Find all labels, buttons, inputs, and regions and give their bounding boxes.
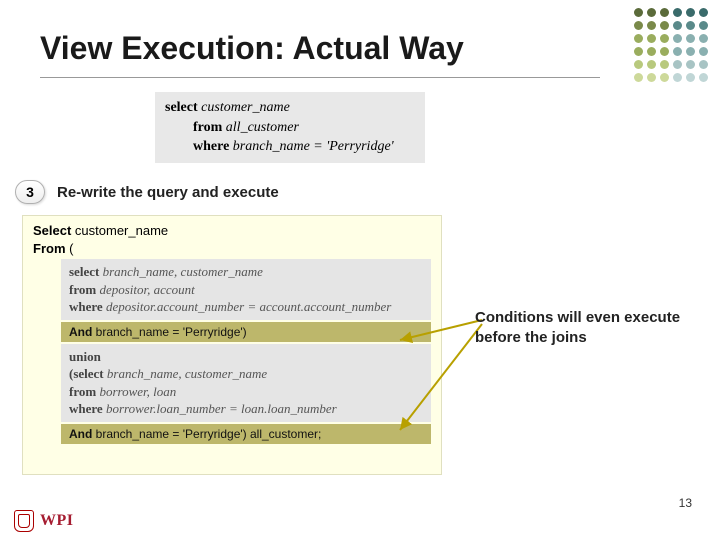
sql-text: all_customer: [222, 120, 299, 135]
sql-keyword: And: [69, 427, 92, 441]
sql-text: branch_name = 'Perryridge': [229, 139, 393, 154]
sql-text: branch_name, customer_name: [104, 366, 268, 381]
sql-keyword: From: [33, 241, 66, 256]
sql-keyword: where: [69, 299, 103, 314]
sql-text: depositor, account: [96, 282, 195, 297]
sql-text: (: [66, 241, 74, 256]
step-label: Re-write the query and execute: [57, 184, 279, 201]
query-line: select customer_name: [165, 98, 415, 118]
original-query-box: select customer_name from all_customer w…: [155, 92, 425, 163]
sql-keyword: And: [69, 325, 92, 339]
sql-keyword: select: [165, 100, 198, 115]
query-line: Select customer_name: [33, 222, 431, 240]
rewritten-query-panel: Select customer_name From ( select branc…: [22, 215, 442, 475]
sql-text: customer_name: [198, 100, 290, 115]
sql-keyword: Select: [33, 223, 71, 238]
step-number-badge: 3: [15, 180, 45, 204]
sql-text: customer_name: [71, 223, 168, 238]
sql-keyword: where: [193, 139, 229, 154]
slide-title: View Execution: Actual Way: [40, 30, 600, 67]
query-line: From (: [33, 240, 431, 258]
sql-keyword: from: [69, 282, 96, 297]
sql-text: branch_name = 'Perryridge'): [92, 325, 246, 339]
subquery-block: select branch_name, customer_name from d…: [61, 259, 431, 320]
sql-keyword: where: [69, 401, 103, 416]
sql-text: branch_name, customer_name: [99, 264, 263, 279]
shield-icon: [14, 510, 34, 532]
page-number: 13: [679, 496, 692, 510]
highlighted-condition: And branch_name = 'Perryridge'): [61, 322, 431, 342]
highlighted-condition: And branch_name = 'Perryridge') all_cust…: [61, 424, 431, 444]
query-line: where branch_name = 'Perryridge': [165, 137, 415, 157]
sql-text: depositor.account_number = account.accou…: [103, 299, 392, 314]
sql-keyword: union: [69, 349, 101, 364]
step-row: 3 Re-write the query and execute: [15, 180, 279, 204]
sql-keyword: from: [69, 384, 96, 399]
query-line: from all_customer: [165, 118, 415, 138]
decorative-dot-grid: [634, 8, 710, 84]
title-rule-wrap: View Execution: Actual Way: [40, 30, 600, 78]
subquery-block: union (select branch_name, customer_name…: [61, 344, 431, 422]
sql-text: branch_name = 'Perryridge') all_customer…: [92, 427, 321, 441]
sql-text: borrower.loan_number = loan.loan_number: [103, 401, 337, 416]
callout-text: Conditions will even execute before the …: [475, 308, 685, 347]
sql-text: borrower, loan: [96, 384, 176, 399]
sql-keyword: from: [193, 120, 222, 135]
sql-keyword: select: [69, 264, 99, 279]
footer-logo: WPI: [14, 510, 74, 532]
sql-keyword: (select: [69, 366, 104, 381]
logo-text: WPI: [40, 512, 74, 530]
